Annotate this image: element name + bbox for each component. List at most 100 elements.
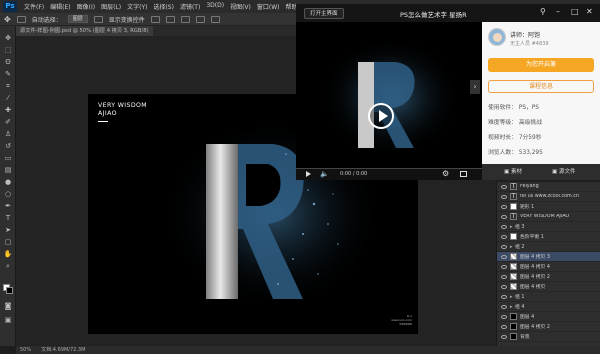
- brush-tool-icon[interactable]: ✐: [3, 118, 13, 126]
- layer-thumbnail: [510, 273, 517, 280]
- zoom-level[interactable]: 50%: [20, 346, 31, 354]
- lasso-tool-icon[interactable]: ʘ: [3, 58, 13, 66]
- close-icon[interactable]: ✕: [586, 7, 593, 17]
- collapse-panel-arrow-icon[interactable]: ›: [470, 80, 480, 94]
- eye-icon[interactable]: [501, 334, 507, 339]
- menu-item[interactable]: 文字(Y): [124, 2, 150, 11]
- align-icon[interactable]: [150, 15, 160, 23]
- layer-row[interactable]: 色阶平衡 1: [497, 232, 600, 242]
- layer-row[interactable]: 图层 4 拷贝 4: [497, 262, 600, 272]
- pen-tool-icon[interactable]: ✒: [3, 202, 13, 210]
- material-tab[interactable]: ▣ 素材: [504, 167, 522, 177]
- open-main-window-button[interactable]: 打开主界面: [304, 8, 344, 19]
- volume-icon[interactable]: 🔈: [320, 170, 329, 178]
- type-tool-icon[interactable]: T: [3, 214, 13, 222]
- menu-item[interactable]: 文件(F): [21, 2, 47, 11]
- eye-icon[interactable]: [501, 204, 507, 209]
- eye-icon[interactable]: [501, 274, 507, 279]
- shape-tool-icon[interactable]: ▢: [3, 238, 13, 246]
- menu-item[interactable]: 图像(I): [74, 2, 98, 11]
- progress-bar[interactable]: [296, 168, 482, 169]
- eye-icon[interactable]: [501, 244, 507, 249]
- play-icon[interactable]: [306, 171, 311, 177]
- eye-icon[interactable]: [501, 284, 507, 289]
- menu-item[interactable]: 3D(D): [203, 2, 227, 11]
- source-file-tab[interactable]: ▣ 源文件: [552, 167, 575, 177]
- eye-icon[interactable]: [501, 214, 507, 219]
- eye-icon[interactable]: [501, 264, 507, 269]
- eye-icon[interactable]: [501, 314, 507, 319]
- healing-brush-icon[interactable]: ✚: [3, 106, 13, 114]
- menu-item[interactable]: 视图(V): [227, 2, 254, 11]
- layer-name: 组 1: [515, 295, 525, 300]
- eye-icon[interactable]: [501, 224, 507, 229]
- stamp-tool-icon[interactable]: ♙: [3, 130, 13, 138]
- layer-row[interactable]: 图层 4: [497, 312, 600, 322]
- eye-icon[interactable]: [501, 324, 507, 329]
- background-color-swatch[interactable]: [6, 287, 13, 294]
- settings-gear-icon[interactable]: ⚙: [442, 169, 449, 178]
- menu-item[interactable]: 选择(S): [150, 2, 177, 11]
- auto-select-dropdown[interactable]: 图层: [67, 15, 88, 23]
- layer-row[interactable]: 矩形 1: [497, 202, 600, 212]
- layer-row[interactable]: T VERY WISDOM AJIAO: [497, 212, 600, 222]
- pin-icon[interactable]: ⚲: [540, 7, 546, 17]
- eye-icon[interactable]: [501, 254, 507, 259]
- history-brush-icon[interactable]: ↺: [3, 142, 13, 150]
- layer-row[interactable]: ▸ 组 2: [497, 242, 600, 252]
- quick-mask-icon[interactable]: ◙: [3, 302, 13, 310]
- fullscreen-icon[interactable]: [460, 171, 467, 177]
- layer-row[interactable]: ▸ 组 1: [497, 292, 600, 302]
- eyedropper-icon[interactable]: ⁄: [3, 94, 13, 102]
- info-tabs: ▣ 素材 ▣ 源文件: [482, 164, 600, 180]
- crop-tool-icon[interactable]: ⌗: [3, 82, 13, 90]
- dodge-tool-icon[interactable]: ○: [3, 190, 13, 198]
- teacher-avatar[interactable]: [488, 28, 506, 46]
- distribute-icon[interactable]: [210, 15, 220, 23]
- restore-icon[interactable]: □: [571, 7, 579, 17]
- window-controls: ⚲ – □ ✕: [482, 4, 600, 22]
- gradient-tool-icon[interactable]: ▤: [3, 166, 13, 174]
- eye-icon[interactable]: [501, 194, 507, 199]
- menu-item[interactable]: 编辑(E): [47, 2, 73, 11]
- screen-mode-icon[interactable]: ▣: [3, 316, 13, 324]
- zoom-tool-icon[interactable]: ⌕: [3, 262, 13, 270]
- marquee-tool-icon[interactable]: ⬚: [3, 46, 13, 54]
- document-tab[interactable]: 源文件-样图-例图.psd @ 50% (图层 4 拷贝 3, RGB/8): [16, 26, 153, 36]
- play-button[interactable]: [368, 103, 394, 129]
- layer-row[interactable]: Ttel us www.zcool.com.cn: [497, 192, 600, 202]
- course-info-button[interactable]: 课程信息: [488, 80, 594, 93]
- move-tool-icon[interactable]: ✥: [3, 34, 13, 42]
- layer-thumbnail: [510, 263, 517, 270]
- hand-tool-icon[interactable]: ✋: [3, 250, 13, 258]
- layer-row[interactable]: T Feiyang: [497, 182, 600, 192]
- eye-icon[interactable]: [501, 234, 507, 239]
- eye-icon[interactable]: [501, 294, 507, 299]
- eraser-tool-icon[interactable]: ▭: [3, 154, 13, 162]
- menu-item[interactable]: 窗口(W): [254, 2, 283, 11]
- layer-row[interactable]: ▸ 组 4: [497, 302, 600, 312]
- minimize-icon[interactable]: –: [556, 7, 560, 17]
- eye-icon[interactable]: [501, 304, 507, 309]
- menu-item[interactable]: 滤镜(T): [177, 2, 203, 11]
- show-transform-checkbox[interactable]: [93, 15, 103, 23]
- layer-row[interactable]: 图层 4 拷贝: [497, 282, 600, 292]
- layer-row[interactable]: 背景: [497, 332, 600, 342]
- menu-item[interactable]: 图层(L): [98, 2, 124, 11]
- layer-row[interactable]: 图层 4 拷贝 3: [497, 252, 600, 262]
- checkbox-icon[interactable]: [16, 15, 26, 23]
- eye-icon[interactable]: [501, 184, 507, 189]
- become-student-button[interactable]: 为您开启兼: [488, 58, 594, 72]
- path-select-icon[interactable]: ➤: [3, 226, 13, 234]
- ps-toolbar: ✥ ⬚ ʘ ✎ ⌗ ⁄ ✚ ✐ ♙ ↺ ▭ ▤ ● ○ ✒ T ➤ ▢ ✋ ⌕ …: [0, 26, 16, 346]
- layer-row[interactable]: 图层 4 拷贝 2: [497, 272, 600, 282]
- blur-tool-icon[interactable]: ●: [3, 178, 13, 186]
- align-icon[interactable]: [165, 15, 175, 23]
- quick-select-icon[interactable]: ✎: [3, 70, 13, 78]
- layer-row[interactable]: ▸ 组 3: [497, 222, 600, 232]
- video-frame[interactable]: [296, 22, 482, 180]
- align-icon[interactable]: [180, 15, 190, 23]
- move-tool-icon[interactable]: ✥: [4, 15, 11, 24]
- layer-row[interactable]: 图层 4 拷贝 2: [497, 322, 600, 332]
- distribute-icon[interactable]: [195, 15, 205, 23]
